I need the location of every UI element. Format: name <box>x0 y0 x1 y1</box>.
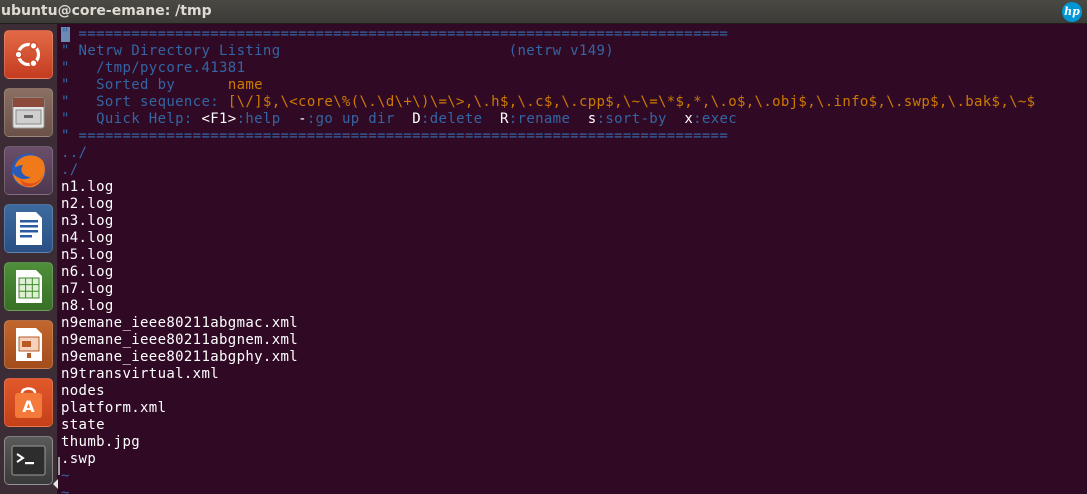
file-entry[interactable]: .swp <box>61 451 96 468</box>
writer-button[interactable] <box>4 204 53 253</box>
netrw-banner-sorted: " Sorted by name <box>61 77 263 93</box>
empty-line-tilde: ~ <box>61 468 70 484</box>
file-entry[interactable]: n9transvirtual.xml <box>61 366 219 383</box>
top-panel: ubuntu@core-emane: /tmp hp <box>0 0 1087 24</box>
netrw-banner-title: " Netrw Directory Listing (netrw v149) <box>61 43 615 59</box>
file-entry[interactable]: n9emane_ieee80211abgnem.xml <box>61 332 298 349</box>
netrw-banner-quick-help: " Quick Help: <F1>:help -:go up dir D:de… <box>61 111 738 127</box>
file-entry[interactable]: state <box>61 417 105 434</box>
terminal-button[interactable] <box>4 436 53 485</box>
hp-logo-icon: hp <box>1062 2 1082 22</box>
dir-entry[interactable]: ./ <box>61 162 79 179</box>
file-entry[interactable]: n9emane_ieee80211abgmac.xml <box>61 315 298 332</box>
file-entry[interactable]: n7.log <box>61 281 114 298</box>
netrw-banner-path: " /tmp/pycore.41381 <box>61 60 246 76</box>
svg-text:A: A <box>22 397 35 416</box>
netrw-banner-sort-sequence: " Sort sequence: [\/]$,\<core\%(\.\d\+\)… <box>61 94 1036 110</box>
calc-button[interactable] <box>4 262 53 311</box>
scroll-indicator <box>58 457 60 475</box>
files-button[interactable] <box>4 88 53 137</box>
file-entry[interactable]: thumb.jpg <box>61 434 140 451</box>
file-entry[interactable]: n6.log <box>61 264 114 281</box>
dir-entry[interactable]: ../ <box>61 145 87 162</box>
firefox-button[interactable] <box>4 146 53 195</box>
file-entry[interactable]: n1.log <box>61 179 114 196</box>
empty-line-tilde: ~ <box>61 485 70 494</box>
software-center-button[interactable]: A <box>4 378 53 427</box>
file-entry[interactable]: platform.xml <box>61 400 166 417</box>
terminal-window[interactable]: " ======================================… <box>58 24 1087 494</box>
file-entry[interactable]: n5.log <box>61 247 114 264</box>
file-entry[interactable]: n4.log <box>61 230 114 247</box>
launcher: A <box>0 24 58 494</box>
file-entry[interactable]: nodes <box>61 383 105 400</box>
file-entry[interactable]: n9emane_ieee80211abgphy.xml <box>61 349 298 366</box>
file-entry[interactable]: n2.log <box>61 196 114 213</box>
file-entry[interactable]: n8.log <box>61 298 114 315</box>
window-title: ubuntu@core-emane: /tmp <box>1 3 212 19</box>
file-entry[interactable]: n3.log <box>61 213 114 230</box>
ubuntu-dash-button[interactable] <box>4 30 53 79</box>
netrw-banner-rule-top: " ======================================… <box>61 26 729 42</box>
impress-button[interactable] <box>4 320 53 369</box>
netrw-banner-rule-bottom: " ======================================… <box>61 128 729 144</box>
